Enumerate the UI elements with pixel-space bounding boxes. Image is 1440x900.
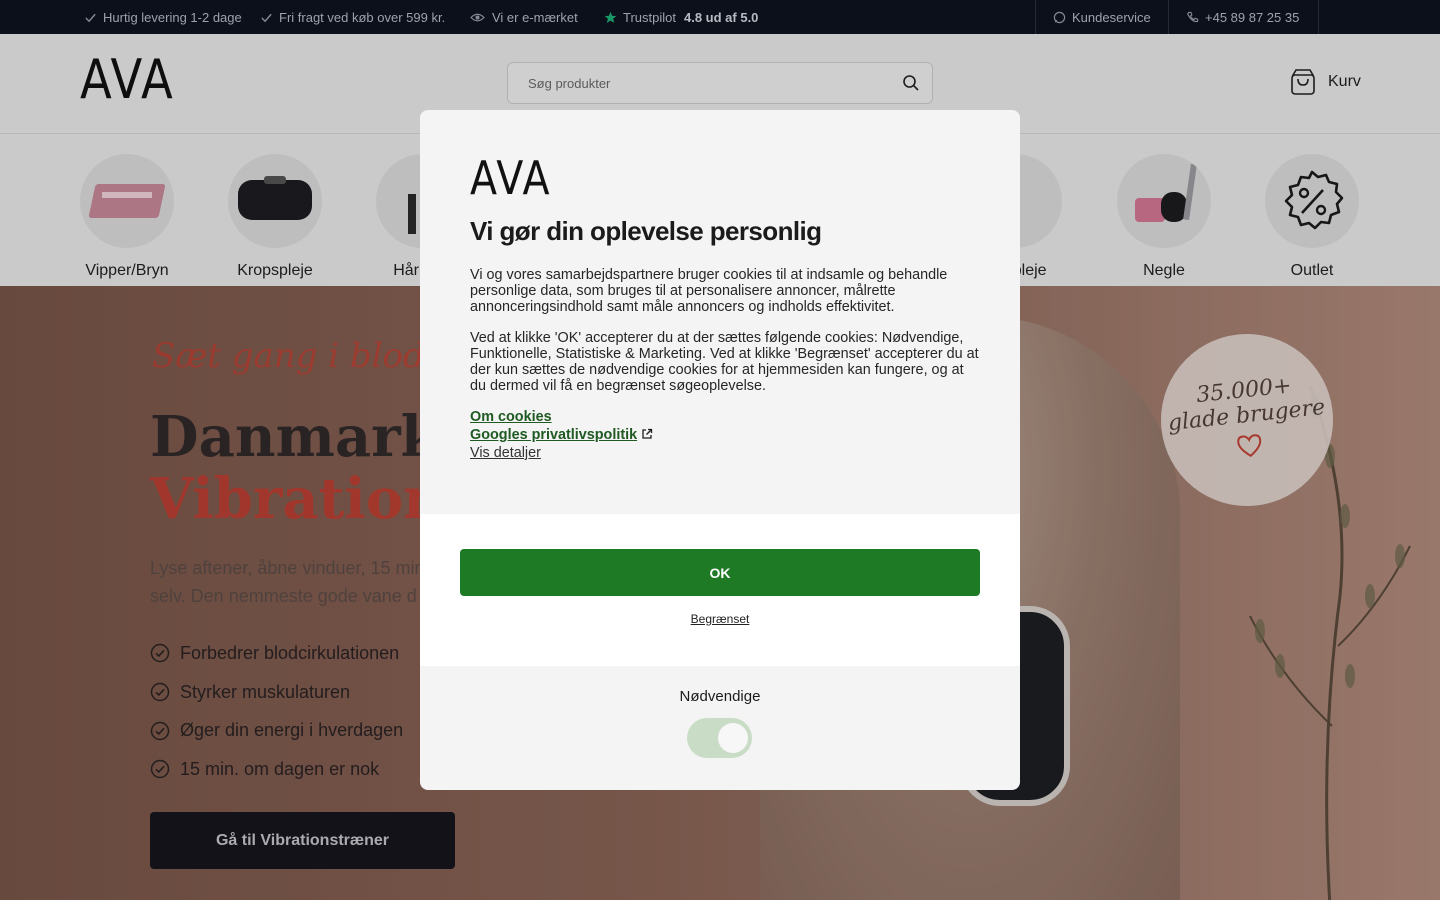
consent-actions: OK Begrænset xyxy=(420,514,1020,666)
limited-consent-button[interactable]: Begrænset xyxy=(420,612,1020,626)
necessary-cookies-toggle[interactable] xyxy=(687,718,752,758)
cookie-description: Vi og vores samarbejdspartnere bruger co… xyxy=(470,267,948,315)
external-link-icon xyxy=(642,428,653,439)
cookie-consent-dialog: AVA Vi gør din oplevelse personlig Vi og… xyxy=(420,110,1020,790)
modal-title: Vi gør din oplevelse personlig xyxy=(470,216,822,246)
cookie-consent-explanation: Ved at klikke 'OK' accepterer du at der … xyxy=(470,330,979,394)
google-privacy-link[interactable]: Googles privatlivspolitik xyxy=(470,426,653,444)
accept-all-button[interactable]: OK xyxy=(460,549,980,596)
modal-logo: AVA xyxy=(470,151,552,205)
cookie-links: Om cookies Googles privatlivspolitik Vis… xyxy=(470,408,653,462)
toggle-knob xyxy=(718,723,748,753)
about-cookies-link[interactable]: Om cookies xyxy=(470,408,653,426)
necessary-cookies-label: Nødvendige xyxy=(679,688,761,705)
show-details-link[interactable]: Vis detaljer xyxy=(470,444,653,462)
